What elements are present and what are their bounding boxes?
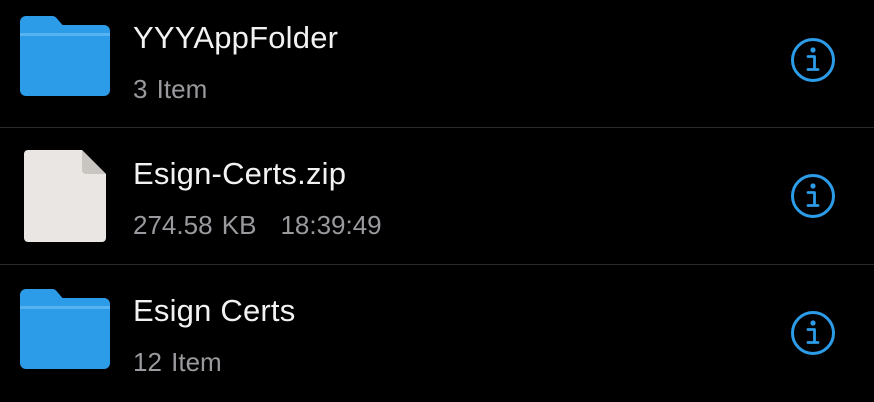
item-count: 12 Item bbox=[133, 347, 222, 377]
list-item-yyyappfolder[interactable]: YYYAppFolder 3 Item bbox=[0, 0, 874, 128]
folder-icon bbox=[20, 287, 110, 382]
list-item-esign-certs-zip[interactable]: Esign-Certs.zip 274.58 KB 18:39:49 bbox=[0, 128, 874, 264]
item-name: YYYAppFolder bbox=[133, 20, 339, 55]
file-size: 274.58 KB bbox=[133, 210, 257, 240]
file-time: 18:39:49 bbox=[280, 210, 382, 240]
info-icon[interactable] bbox=[790, 310, 836, 356]
document-icon bbox=[24, 150, 106, 247]
item-meta: 274.58 KB 18:39:49 bbox=[133, 210, 382, 241]
item-name: Esign Certs bbox=[133, 293, 296, 328]
info-icon[interactable] bbox=[790, 173, 836, 219]
file-list: YYYAppFolder 3 Item Esign-Certs.zip 274.… bbox=[0, 0, 874, 402]
folder-icon bbox=[20, 14, 110, 109]
item-name: Esign-Certs.zip bbox=[133, 156, 347, 191]
list-item-esign-certs[interactable]: Esign Certs 12 Item bbox=[0, 265, 874, 401]
info-icon[interactable] bbox=[790, 37, 836, 83]
item-count: 3 Item bbox=[133, 74, 208, 104]
